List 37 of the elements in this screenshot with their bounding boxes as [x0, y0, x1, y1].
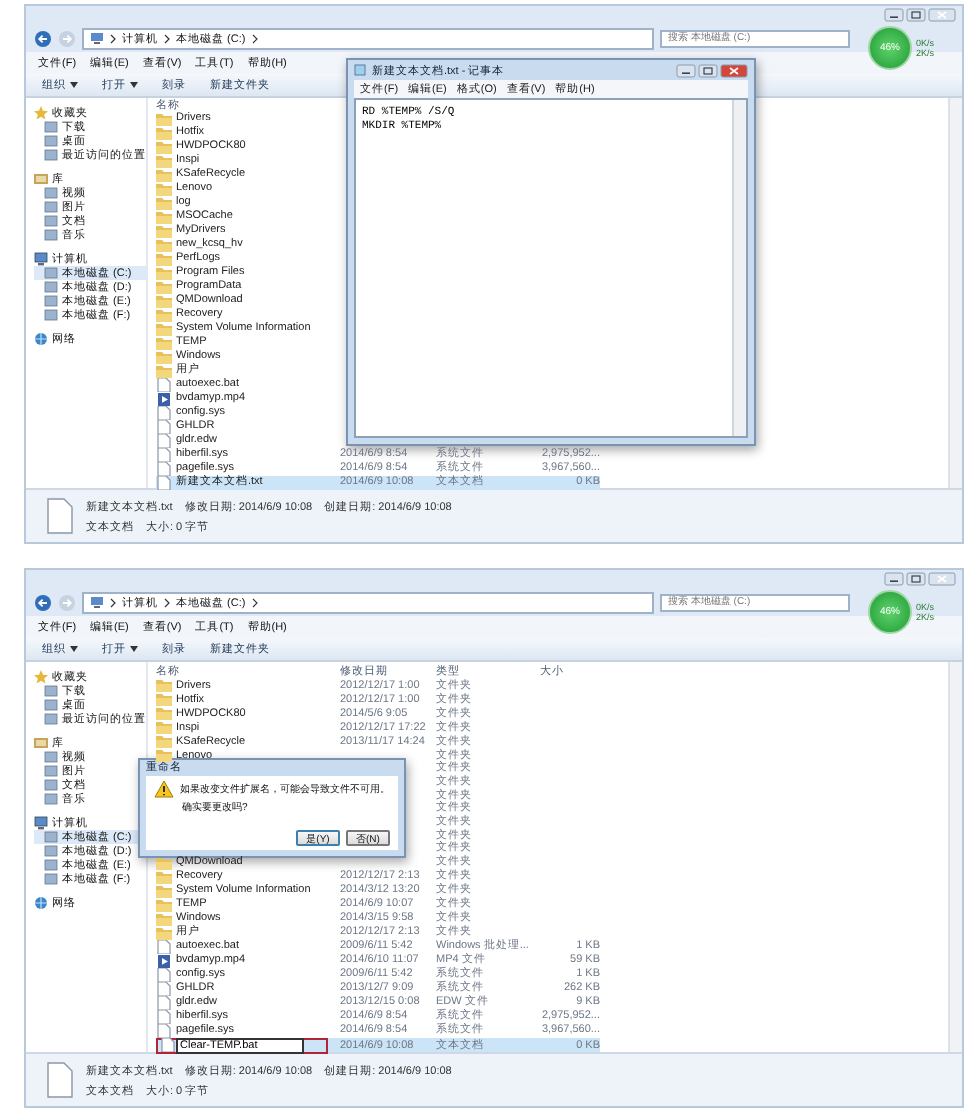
library-icon — [34, 736, 48, 750]
library-icon — [34, 172, 48, 186]
minimize-button[interactable] — [676, 63, 696, 77]
chevron-icon — [164, 597, 170, 607]
minimize-button[interactable] — [884, 572, 904, 586]
caret-icon — [130, 82, 138, 88]
chevron-icon — [251, 597, 258, 607]
chevron-icon — [164, 33, 170, 43]
file-icon — [46, 498, 74, 534]
scrollbar[interactable] — [948, 98, 962, 488]
close-button[interactable] — [928, 572, 956, 586]
close-button[interactable] — [720, 63, 748, 77]
star-icon — [34, 670, 48, 684]
computer-icon — [90, 32, 104, 44]
chevron-icon — [251, 33, 258, 43]
star-icon — [34, 106, 48, 120]
video-file-icon — [156, 953, 172, 968]
minimize-button[interactable] — [884, 8, 904, 22]
computer-icon — [34, 252, 48, 266]
caret-icon — [70, 646, 78, 652]
file-icon — [46, 1062, 74, 1098]
caret-icon — [70, 82, 78, 88]
video-file-icon — [156, 392, 172, 406]
network-icon — [34, 332, 48, 346]
back-button[interactable] — [34, 29, 52, 47]
notepad-icon — [354, 64, 366, 76]
network-icon — [34, 896, 48, 910]
computer-icon — [34, 816, 48, 830]
warning-icon — [154, 780, 174, 798]
caret-icon — [130, 646, 138, 652]
computer-icon — [90, 596, 104, 608]
back-button[interactable] — [34, 593, 52, 611]
scrollbar[interactable] — [732, 100, 746, 436]
chevron-icon — [110, 33, 116, 43]
close-button[interactable] — [928, 8, 956, 22]
chevron-icon — [110, 597, 116, 607]
scrollbar[interactable] — [948, 662, 962, 1052]
